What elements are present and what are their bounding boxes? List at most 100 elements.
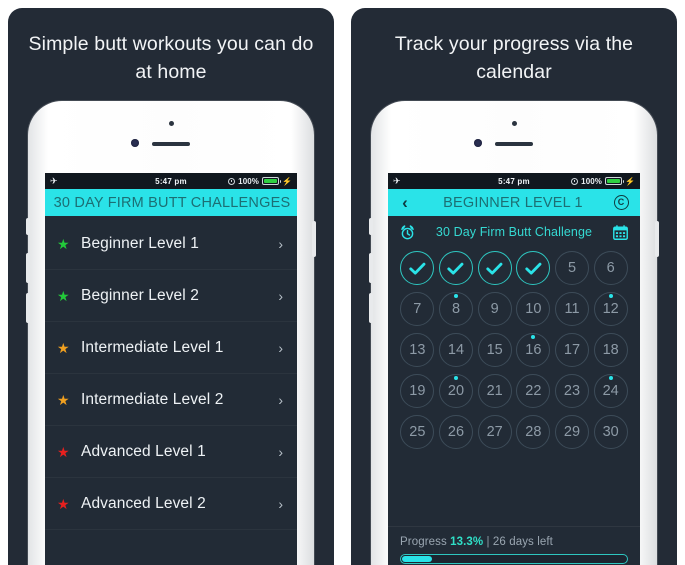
challenge-header-row: 30 Day Firm Butt Challenge: [388, 216, 640, 248]
calendar-day-circle: [516, 251, 551, 285]
calendar-day-cell[interactable]: 5: [554, 251, 589, 285]
star-icon: ★: [57, 287, 70, 304]
back-button[interactable]: ‹: [392, 194, 418, 211]
calendar-day-cell[interactable]: 24: [593, 374, 628, 408]
charging-bolt-icon: ⚡: [625, 176, 635, 186]
calendar-day-cell[interactable]: [477, 251, 512, 285]
calendar-day-circle: 23: [554, 374, 589, 408]
calendar-day-cell[interactable]: 15: [477, 333, 512, 367]
level-label: Intermediate Level 1: [81, 338, 224, 356]
silent-switch[interactable]: [26, 218, 30, 235]
calendar-day-cell[interactable]: 25: [400, 415, 435, 449]
calendar-day-cell[interactable]: [400, 251, 435, 285]
calendar-day-number: 14: [447, 342, 465, 358]
calendar-day-cell[interactable]: 16: [516, 333, 551, 367]
earpiece-speaker-icon: [152, 142, 190, 146]
proximity-sensor-icon: [474, 139, 482, 147]
phone-mockup-left: ✈ 5:47 pm 100% ⚡ 30 DAY FIRM BUTT CHALLE…: [26, 101, 316, 565]
reset-circle-icon: C: [613, 195, 629, 210]
calendar-day-cell[interactable]: 12: [593, 292, 628, 326]
calendar-day-circle: 25: [400, 415, 435, 449]
level-row[interactable]: ★ Beginner Level 2 ›: [45, 270, 297, 322]
calendar-day-cell[interactable]: 7: [400, 292, 435, 326]
calendar-day-cell[interactable]: 30: [593, 415, 628, 449]
power-button[interactable]: [312, 221, 316, 257]
calendar-day-cell[interactable]: 8: [438, 292, 473, 326]
check-icon: [409, 262, 426, 275]
calendar-day-cell[interactable]: 19: [400, 374, 435, 408]
calendar-day-cell[interactable]: 10: [516, 292, 551, 326]
calendar-day-cell[interactable]: 26: [438, 415, 473, 449]
nav-bar-left: 30 DAY FIRM BUTT CHALLENGES: [45, 189, 297, 216]
progress-bar-fill: [402, 556, 432, 562]
calendar-day-cell[interactable]: 27: [477, 415, 512, 449]
phone-mockup-right: ✈ 5:47 pm 100% ⚡ ‹ BEGINNER LEVEL 1 C 30…: [369, 101, 659, 565]
nav-title-right: BEGINNER LEVEL 1: [443, 194, 583, 211]
calendar-grid: 5 6 7 8 9 10 11 12 13 14 15 16 17 18 19 20 21 22 23 24 25 26 2…: [388, 248, 640, 449]
silent-switch[interactable]: [369, 218, 373, 235]
alarm-clock-icon[interactable]: [399, 224, 416, 241]
volume-down-button[interactable]: [26, 293, 30, 323]
level-label: Advanced Level 1: [81, 442, 206, 460]
progress-label: Progress: [400, 536, 447, 548]
calendar-day-cell[interactable]: 17: [554, 333, 589, 367]
level-row[interactable]: ★ Intermediate Level 1 ›: [45, 322, 297, 374]
power-button[interactable]: [655, 221, 659, 257]
reset-button[interactable]: C: [608, 195, 634, 210]
panel-headline-left: Simple butt workouts you can do at home: [28, 33, 314, 83]
chevron-right-icon: ›: [278, 391, 283, 408]
volume-up-button[interactable]: [369, 253, 373, 283]
calendar-day-number: 8: [451, 301, 461, 317]
calendar-day-cell[interactable]: 28: [516, 415, 551, 449]
level-label: Beginner Level 1: [81, 234, 199, 252]
calendar-day-number: 18: [602, 342, 619, 358]
calendar-day-number: 25: [409, 424, 426, 440]
calendar-day-cell[interactable]: 11: [554, 292, 589, 326]
progress-percent: 13.3%: [450, 536, 484, 548]
calendar-day-cell[interactable]: 9: [477, 292, 512, 326]
calendar-day-cell[interactable]: 6: [593, 251, 628, 285]
calendar-day-number: 11: [564, 301, 580, 317]
front-camera-icon: [511, 121, 517, 126]
calendar-day-circle: 13: [400, 333, 435, 367]
level-row[interactable]: ★ Advanced Level 2 ›: [45, 478, 297, 530]
calendar-day-cell[interactable]: 20: [438, 374, 473, 408]
volume-down-button[interactable]: [369, 293, 373, 323]
calendar-day-number: 17: [563, 342, 581, 358]
calendar-day-cell[interactable]: 29: [554, 415, 589, 449]
calendar-day-cell[interactable]: [438, 251, 473, 285]
volume-up-button[interactable]: [26, 253, 30, 283]
calendar-day-circle: [477, 251, 512, 285]
status-bar-right-group: 100% ⚡: [571, 177, 635, 186]
calendar-day-circle: [438, 251, 473, 285]
calendar-day-circle: 7: [400, 292, 435, 326]
calendar-day-cell[interactable]: 13: [400, 333, 435, 367]
level-label: Advanced Level 2: [81, 494, 206, 512]
calendar-day-number: 12: [602, 301, 619, 317]
progress-separator: |: [486, 536, 490, 548]
calendar-day-cell[interactable]: 22: [516, 374, 551, 408]
phone-screen-right: ✈ 5:47 pm 100% ⚡ ‹ BEGINNER LEVEL 1 C 30…: [388, 173, 640, 565]
calendar-icon[interactable]: [612, 224, 629, 241]
calendar-day-cell[interactable]: 18: [593, 333, 628, 367]
level-row[interactable]: ★ Advanced Level 1 ›: [45, 426, 297, 478]
calendar-day-cell[interactable]: 14: [438, 333, 473, 367]
reminder-dot-icon: [608, 376, 613, 380]
star-icon: ★: [57, 235, 70, 252]
chevron-right-icon: ›: [278, 235, 283, 252]
calendar-day-number: 27: [486, 424, 503, 440]
charging-bolt-icon: ⚡: [282, 176, 292, 186]
calendar-day-number: 30: [602, 424, 619, 440]
level-row[interactable]: ★ Intermediate Level 2 ›: [45, 374, 297, 426]
progress-summary: Progress 13.3% | 26 days left: [400, 536, 628, 548]
calendar-day-number: 16: [525, 342, 542, 358]
level-row[interactable]: ★ Beginner Level 1 ›: [45, 218, 297, 270]
chevron-right-icon: ›: [278, 339, 283, 356]
calendar-day-number: 26: [447, 424, 465, 440]
check-icon: [447, 262, 464, 275]
calendar-day-cell[interactable]: 23: [554, 374, 589, 408]
calendar-day-number: 9: [490, 301, 499, 317]
star-icon: ★: [57, 443, 70, 460]
calendar-day-cell[interactable]: [516, 251, 551, 285]
calendar-day-cell[interactable]: 21: [477, 374, 512, 408]
